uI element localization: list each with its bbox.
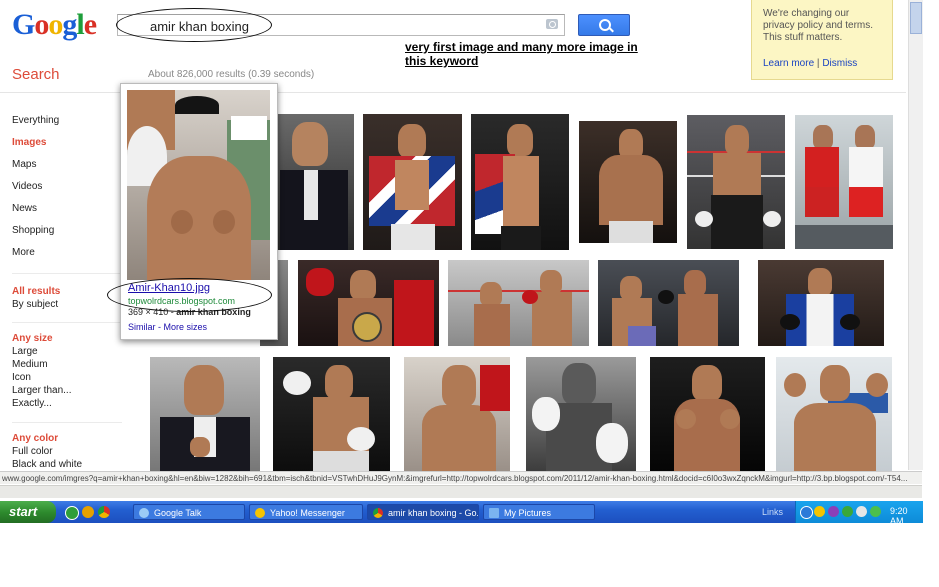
annotation-ellipse-search [116,8,272,42]
sidebar-divider [12,322,122,323]
logo-letter: l [76,8,84,41]
image-result[interactable] [363,114,462,250]
quicklaunch-icon[interactable] [82,506,94,518]
status-bar-url: www.google.com/imgres?q=amir+khan+boxing… [0,471,922,484]
filter-by-subject[interactable]: By subject [12,299,58,310]
image-result[interactable] [298,260,439,346]
sidebar-item-news[interactable]: News [12,203,37,214]
logo-letter: g [62,8,77,41]
tray-icon[interactable] [856,506,867,517]
results-count: About 826,000 results (0.39 seconds) [148,69,315,80]
image-result[interactable] [150,357,260,471]
smiley-icon [255,508,265,518]
filter-size-icon[interactable]: Icon [12,372,31,383]
image-result[interactable] [795,115,893,249]
horizontal-scrollbar[interactable] [0,485,922,498]
task-my-pictures[interactable]: My Pictures [483,504,595,520]
tray-icon[interactable] [842,506,853,517]
filter-any-color[interactable]: Any color [12,433,58,444]
image-result[interactable] [526,357,636,471]
sidebar-divider [12,422,122,423]
tray-icon[interactable] [870,506,881,517]
task-label: Google Talk [154,508,202,518]
image-result[interactable] [598,260,739,346]
sidebar-item-shopping[interactable]: Shopping [12,225,54,236]
image-result[interactable] [758,260,884,346]
logo-letter: e [83,8,97,41]
tray-icon[interactable] [800,506,813,519]
task-label: My Pictures [504,508,552,518]
search-icon [599,19,611,31]
start-button[interactable]: start [0,501,56,523]
talk-icon [139,508,149,518]
sidebar-item-more[interactable]: More [12,247,35,258]
dismiss-link[interactable]: Dismiss [822,58,857,69]
google-logo[interactable]: Google [12,8,97,42]
camera-icon[interactable] [546,19,558,29]
image-result[interactable] [579,121,677,243]
privacy-text: We're changing our privacy policy and te… [763,8,874,43]
sidebar-item-videos[interactable]: Videos [12,181,42,192]
image-result[interactable] [404,357,510,471]
filter-all-results[interactable]: All results [12,286,60,297]
task-yahoo-messenger[interactable]: Yahoo! Messenger [249,504,363,520]
image-result[interactable] [273,357,390,471]
filter-any-size[interactable]: Any size [12,333,53,344]
sidebar-item-images[interactable]: Images [12,137,46,148]
chrome-icon [373,508,383,518]
tray-icon[interactable] [814,506,825,517]
privacy-notice: We're changing our privacy policy and te… [751,0,893,80]
search-button[interactable] [578,14,630,36]
image-result[interactable] [448,260,589,346]
task-chrome-window[interactable]: amir khan boxing - Go... [367,504,479,520]
filter-size-exactly[interactable]: Exactly... [12,398,52,409]
clock[interactable]: 9:20 AM [890,506,923,526]
filter-black-white[interactable]: Black and white [12,459,82,470]
annotation-note: very first image and many more image in … [405,40,638,68]
task-label: amir khan boxing - Go... [388,508,479,518]
sidebar-item-everything[interactable]: Everything [12,115,59,126]
filter-size-larger-than[interactable]: Larger than... [12,385,71,396]
tray-icon[interactable] [828,506,839,517]
folder-icon [489,508,499,518]
vertical-scrollbar[interactable] [908,0,923,470]
system-tray: 9:20 AM [795,501,923,526]
filter-size-large[interactable]: Large [12,346,38,357]
privacy-separator: | [816,58,820,69]
similar-link[interactable]: Similar [128,322,156,332]
scrollbar-thumb[interactable] [910,2,922,34]
image-result[interactable] [274,114,354,250]
search-section-title: Search [12,66,60,83]
logo-letter: o [48,8,63,41]
filter-size-medium[interactable]: Medium [12,359,48,370]
task-google-talk[interactable]: Google Talk [133,504,245,520]
task-label: Yahoo! Messenger [270,508,345,518]
learn-more-link[interactable]: Learn more [763,58,814,69]
preview-links: Similar - More sizes [128,322,207,332]
sidebar-item-maps[interactable]: Maps [12,159,36,170]
logo-letter: G [12,8,35,41]
annotation-ellipse-popup [107,278,272,312]
sidebar-divider [12,273,122,274]
sponsor-banner-graphic [231,116,267,140]
image-result[interactable] [650,357,765,471]
preview-image[interactable] [127,90,270,280]
chrome-icon[interactable] [98,506,110,518]
image-result[interactable] [471,114,569,250]
links-separator: - [155,322,164,332]
links-toolbar[interactable]: Links [762,507,783,517]
image-result[interactable] [776,357,892,471]
quicklaunch-icon[interactable] [65,506,79,520]
image-result[interactable] [687,115,785,249]
filter-full-color[interactable]: Full color [12,446,53,457]
more-sizes-link[interactable]: More sizes [164,322,208,332]
logo-letter: o [34,8,49,41]
